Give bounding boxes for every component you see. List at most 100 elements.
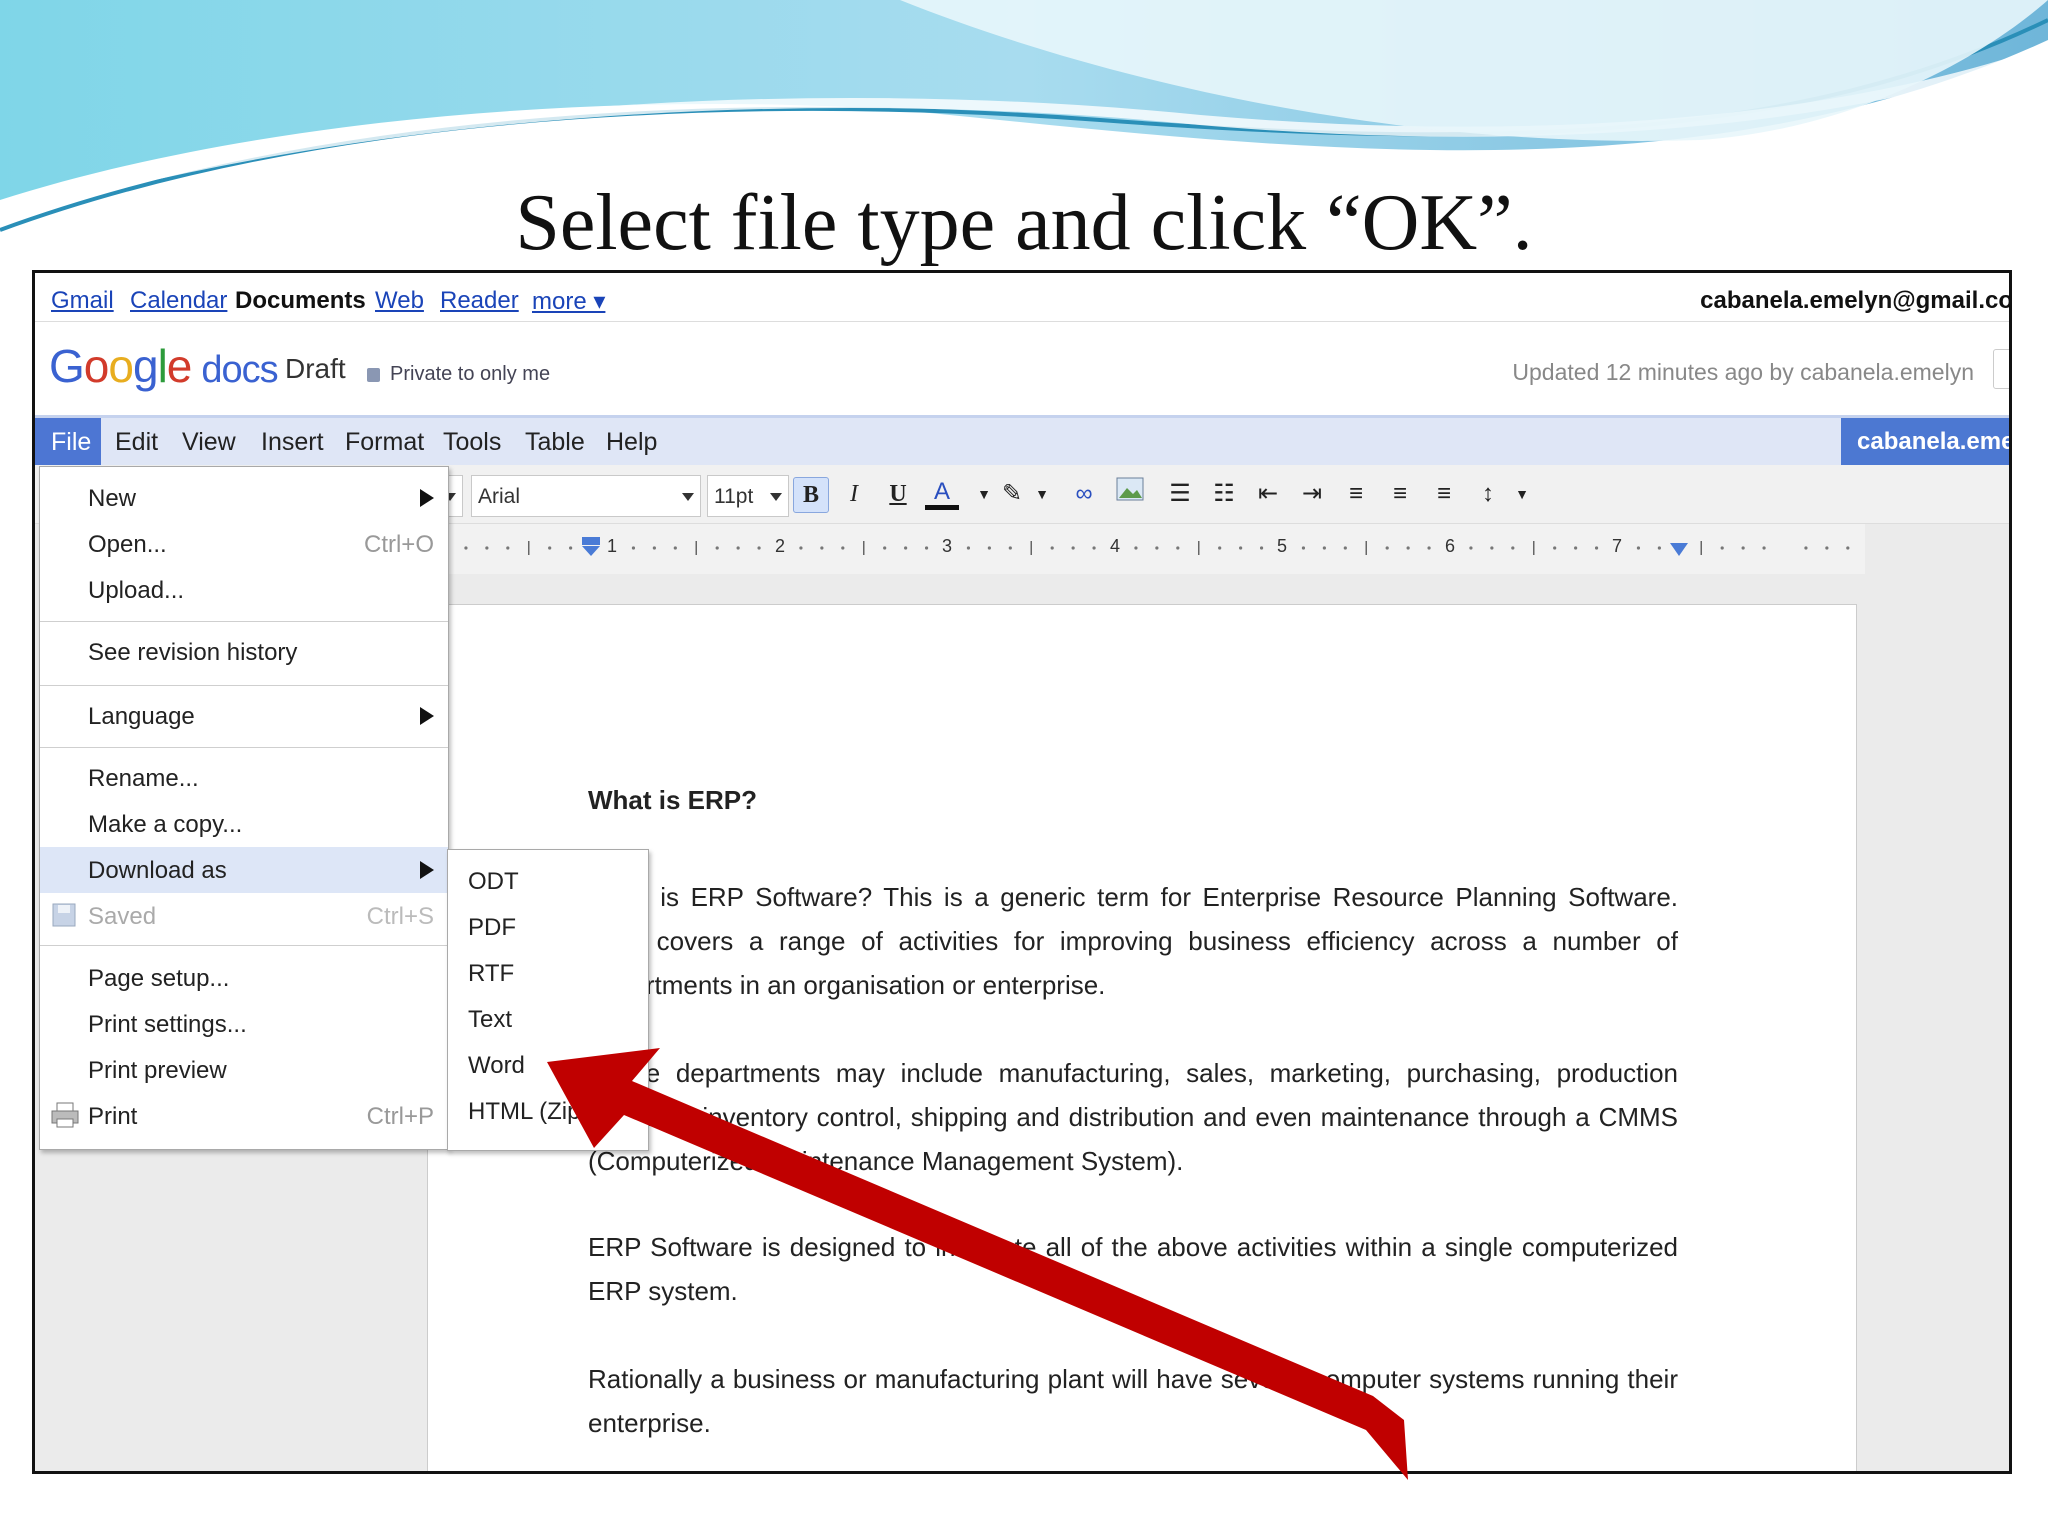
menu-tools[interactable]: Tools <box>443 428 501 457</box>
line-spacing-dropdown-icon[interactable]: ▼ <box>1505 477 1539 511</box>
google-docs-logo[interactable]: Google docs <box>49 339 279 393</box>
menu-item-language[interactable]: Language <box>40 695 448 737</box>
menubar: File Edit View Insert Format Tools Table… <box>35 415 2009 468</box>
ruler-label-6: 6 <box>1445 536 1456 556</box>
align-left-icon[interactable]: ≡ <box>1339 477 1373 511</box>
menu-item-rename[interactable]: Rename... <box>40 757 448 799</box>
ruler-tick <box>1385 546 1389 550</box>
download-option-odt[interactable]: ODT <box>448 860 648 902</box>
underline-button[interactable]: U <box>881 477 915 511</box>
ruler-tick <box>883 546 887 550</box>
font-select[interactable]: Arial <box>471 475 701 517</box>
last-updated: Updated 12 minutes ago by cabanela.emely… <box>1512 359 1974 385</box>
menu-format[interactable]: Format <box>345 428 424 457</box>
menu-item-print-preview[interactable]: Print preview <box>40 1049 448 1091</box>
download-option-text[interactable]: Text <box>448 998 648 1040</box>
menu-item-saved: Saved Ctrl+S <box>40 895 448 937</box>
ruler-tick <box>1490 546 1494 550</box>
submenu-arrow-icon <box>420 707 434 725</box>
document-heading: What is ERP? <box>588 785 758 815</box>
gbar-link-reader[interactable]: Reader <box>440 287 519 315</box>
gbar-link-documents[interactable]: Documents <box>235 287 366 315</box>
ruler-tick <box>464 546 468 550</box>
share-button[interactable]: cabanela.eme <box>1841 418 2009 468</box>
ruler-tick <box>1741 546 1745 550</box>
menu-item-print-settings[interactable]: Print settings... <box>40 1003 448 1045</box>
gbar-link-more[interactable]: more ▾ <box>532 287 605 316</box>
ruler-tick <box>1176 546 1180 550</box>
gbar-link-calendar[interactable]: Calendar <box>130 287 227 315</box>
text-color-button[interactable]: A <box>925 477 959 510</box>
ruler-tick <box>1846 546 1850 550</box>
menu-item-new[interactable]: New <box>40 477 448 519</box>
align-right-icon[interactable]: ≡ <box>1427 477 1461 511</box>
ruler-tick <box>652 546 656 550</box>
menu-item-upload[interactable]: Upload... <box>40 569 448 611</box>
menu-item-page-setup[interactable]: Page setup... <box>40 957 448 999</box>
align-center-icon[interactable]: ≡ <box>1383 477 1417 511</box>
ruler-tick <box>1092 546 1096 550</box>
gbar-link-gmail[interactable]: Gmail <box>51 287 114 315</box>
menu-file[interactable]: File <box>35 418 101 468</box>
ruler-tick <box>1574 546 1578 550</box>
menu-insert[interactable]: Insert <box>261 428 324 457</box>
numbered-list-icon[interactable]: ☰ <box>1163 477 1197 511</box>
ruler-tick <box>1301 546 1306 550</box>
menu-item-open[interactable]: Open... Ctrl+O <box>40 523 448 565</box>
menu-view[interactable]: View <box>182 428 236 457</box>
italic-button[interactable]: I <box>837 477 871 511</box>
menu-edit[interactable]: Edit <box>115 428 158 457</box>
ruler-tick <box>1155 546 1159 550</box>
font-size-select[interactable]: 11pt <box>707 475 789 517</box>
menu-item-revision-history[interactable]: See revision history <box>40 631 448 673</box>
download-option-html-zip[interactable]: HTML (Zip) <box>448 1090 648 1132</box>
decrease-indent-icon[interactable]: ⇤ <box>1251 477 1285 511</box>
increase-indent-icon[interactable]: ⇥ <box>1295 477 1329 511</box>
bold-button[interactable]: B <box>793 477 829 513</box>
document-title[interactable]: Draft <box>285 353 346 385</box>
submenu-arrow-icon <box>420 861 434 879</box>
ruler-tick <box>987 546 991 550</box>
ruler-tick <box>841 546 845 550</box>
privacy-label: Private to only me <box>390 363 551 385</box>
download-option-word[interactable]: Word <box>448 1044 648 1086</box>
menu-item-download-as[interactable]: Download as <box>40 847 448 893</box>
link-icon[interactable]: ∞ <box>1067 477 1101 511</box>
ruler-tick <box>736 546 740 550</box>
menu-help[interactable]: Help <box>606 428 657 457</box>
bulleted-list-icon[interactable]: ☷ <box>1207 477 1241 511</box>
ruler-tick <box>904 546 908 550</box>
ruler[interactable]: 1 2 3 4 5 6 7 <box>435 524 1865 574</box>
ruler-tick <box>506 546 510 550</box>
user-email[interactable]: cabanela.emelyn@gmail.co <box>1700 287 2009 315</box>
privacy-status[interactable]: Private to only me <box>367 363 550 386</box>
file-menu: New Open... Ctrl+O Upload... See revision… <box>39 466 449 1150</box>
right-indent-marker[interactable] <box>1669 542 1689 558</box>
ruler-tick <box>757 546 761 550</box>
ruler-tick <box>569 546 573 550</box>
left-indent-marker[interactable] <box>581 536 601 558</box>
gbar-link-web[interactable]: Web <box>375 287 424 315</box>
menu-separator <box>40 685 448 686</box>
line-spacing-icon[interactable]: ↕ <box>1471 477 1505 511</box>
download-option-pdf[interactable]: PDF <box>448 906 648 948</box>
highlight-dropdown-icon[interactable]: ▼ <box>1025 477 1059 511</box>
menu-separator <box>40 945 448 946</box>
highlight-icon[interactable]: ✎ <box>995 477 1029 511</box>
menu-item-make-copy[interactable]: Make a copy... <box>40 803 448 845</box>
ruler-tick <box>820 546 824 550</box>
insert-image-icon[interactable] <box>1113 477 1147 511</box>
menu-item-print[interactable]: Print Ctrl+P <box>40 1095 448 1137</box>
ruler-tick <box>485 546 489 550</box>
ruler-tick <box>924 546 929 550</box>
ruler-tick <box>1050 546 1054 550</box>
header-button[interactable] <box>1993 349 2009 389</box>
menu-table[interactable]: Table <box>525 428 585 457</box>
submenu-arrow-icon <box>420 489 434 507</box>
download-option-rtf[interactable]: RTF <box>448 952 648 994</box>
doc-paragraph-2: These departments may include manufactur… <box>588 1058 1678 1176</box>
doc-paragraph-3: ERP Software is designed to integrate al… <box>588 1232 1678 1306</box>
ruler-tick <box>1427 546 1431 550</box>
ruler-tick <box>1071 546 1075 550</box>
ruler-tick <box>1239 546 1243 550</box>
